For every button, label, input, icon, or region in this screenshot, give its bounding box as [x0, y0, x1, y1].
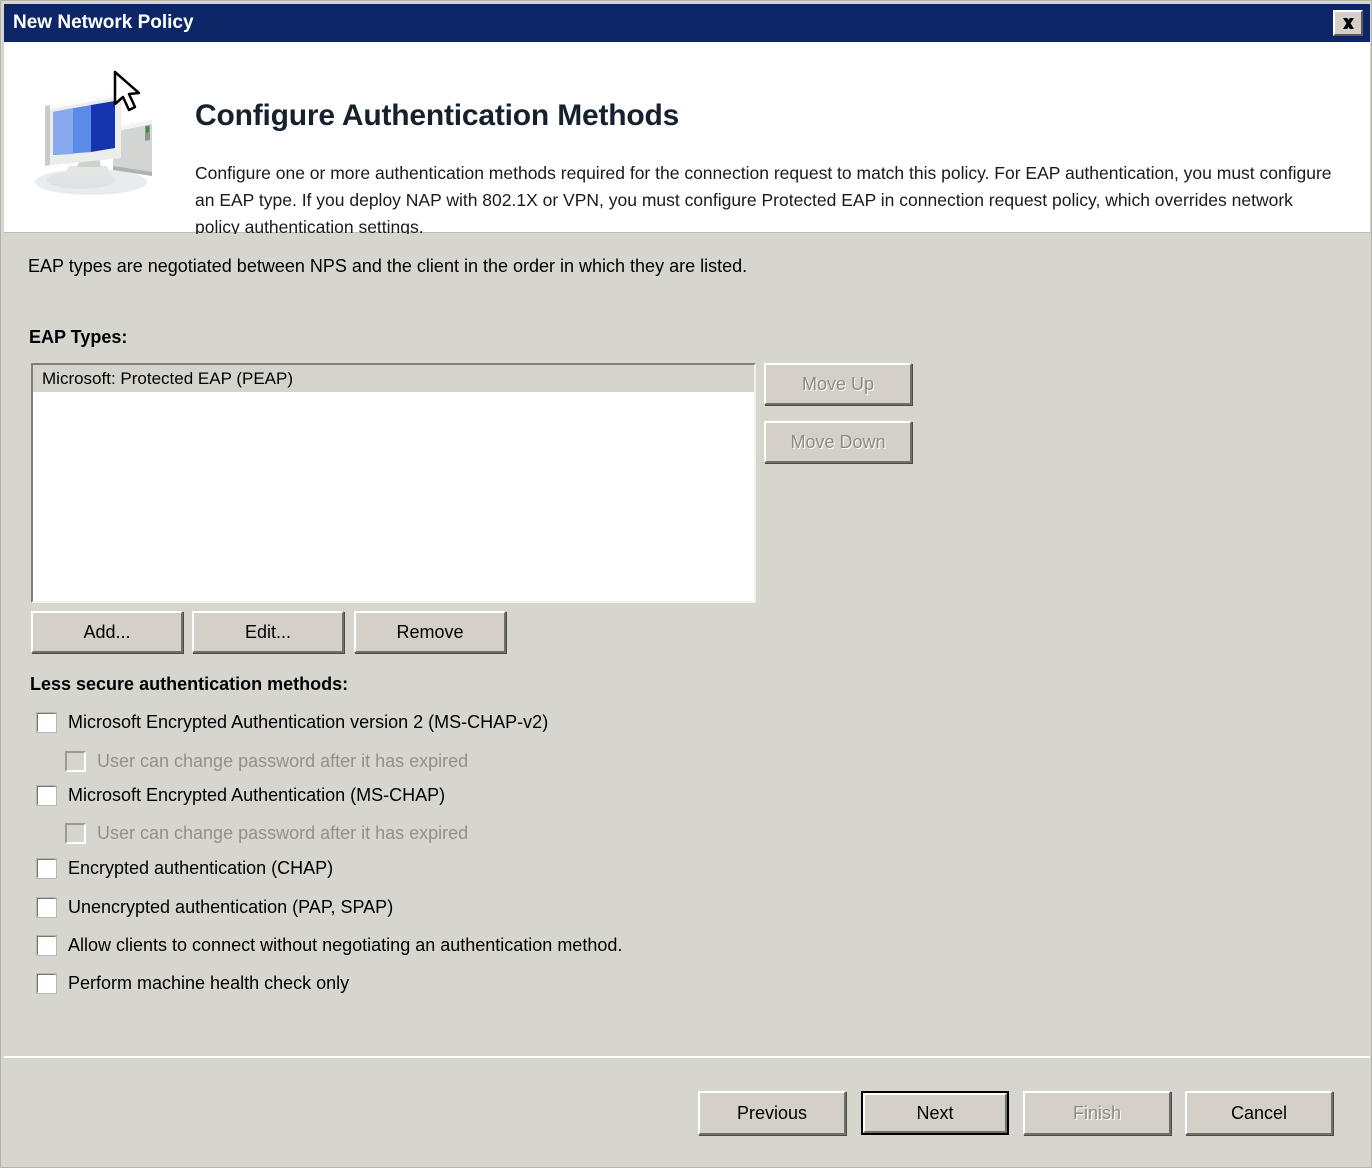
- checkbox-machine-health-check[interactable]: Perform machine health check only: [36, 973, 349, 994]
- dialog-body: EAP types are negotiated between NPS and…: [4, 234, 1370, 1056]
- intro-text: EAP types are negotiated between NPS and…: [28, 256, 748, 276]
- checkbox-mschap-change-password: User can change password after it has ex…: [65, 823, 468, 844]
- finish-button[interactable]: Finish: [1023, 1091, 1171, 1135]
- page-description: Configure one or more authentication met…: [195, 163, 1332, 237]
- checkbox-box[interactable]: [36, 785, 57, 806]
- checkbox-label: Microsoft Encrypted Authentication versi…: [68, 712, 549, 732]
- checkbox-label: Allow clients to connect without negotia…: [68, 935, 623, 955]
- checkbox-label: User can change password after it has ex…: [97, 823, 469, 843]
- checkbox-label: Unencrypted authentication (PAP, SPAP): [68, 897, 394, 917]
- less-secure-methods-label: Less secure authentication methods:: [30, 674, 349, 694]
- checkbox-label: Microsoft Encrypted Authentication (MS-C…: [68, 785, 446, 805]
- checkbox-box[interactable]: [36, 973, 57, 994]
- next-button[interactable]: Next: [861, 1091, 1009, 1135]
- checkbox-pap-spap[interactable]: Unencrypted authentication (PAP, SPAP): [36, 897, 393, 918]
- checkbox-label: User can change password after it has ex…: [97, 751, 469, 771]
- checkbox-mschapv2-change-password: User can change password after it has ex…: [65, 751, 468, 772]
- list-item[interactable]: Microsoft: Protected EAP (PEAP): [33, 365, 754, 392]
- checkbox-box: [65, 823, 86, 844]
- eap-types-label: EAP Types:: [29, 327, 128, 347]
- checkbox-mschapv2[interactable]: Microsoft Encrypted Authentication versi…: [36, 712, 548, 733]
- checkbox-box[interactable]: [36, 897, 57, 918]
- close-button[interactable]: [1333, 10, 1363, 36]
- dialog-header: Configure Authentication Methods Configu…: [4, 42, 1370, 237]
- next-button-label: Next: [863, 1093, 1007, 1133]
- titlebar: New Network Policy: [4, 4, 1370, 42]
- edit-button[interactable]: Edit...: [192, 611, 344, 653]
- checkbox-label: Perform machine health check only: [68, 973, 350, 993]
- checkbox-mschap[interactable]: Microsoft Encrypted Authentication (MS-C…: [36, 785, 445, 806]
- checkbox-box[interactable]: [36, 858, 57, 879]
- computer-monitor-icon: [35, 70, 152, 195]
- checkbox-chap[interactable]: Encrypted authentication (CHAP): [36, 858, 333, 879]
- add-button[interactable]: Add...: [31, 611, 183, 653]
- cancel-button[interactable]: Cancel: [1185, 1091, 1333, 1135]
- checkbox-label: Encrypted authentication (CHAP): [68, 858, 334, 878]
- checkbox-box[interactable]: [36, 935, 57, 956]
- eap-types-listbox[interactable]: Microsoft: Protected EAP (PEAP): [31, 363, 756, 603]
- close-icon: [1342, 17, 1354, 29]
- checkbox-allow-without-negotiating[interactable]: Allow clients to connect without negotia…: [36, 935, 622, 956]
- page-title: Configure Authentication Methods: [195, 99, 680, 132]
- previous-button[interactable]: Previous: [698, 1091, 846, 1135]
- move-down-button[interactable]: Move Down: [764, 421, 912, 463]
- move-up-button[interactable]: Move Up: [764, 363, 912, 405]
- remove-button[interactable]: Remove: [354, 611, 506, 653]
- checkbox-box[interactable]: [36, 712, 57, 733]
- window-title: New Network Policy: [13, 12, 194, 33]
- new-network-policy-dialog: New Network Policy Configure Authenticat…: [0, 0, 1372, 1168]
- dialog-footer: Previous Next Finish Cancel: [4, 1058, 1370, 1166]
- checkbox-box: [65, 751, 86, 772]
